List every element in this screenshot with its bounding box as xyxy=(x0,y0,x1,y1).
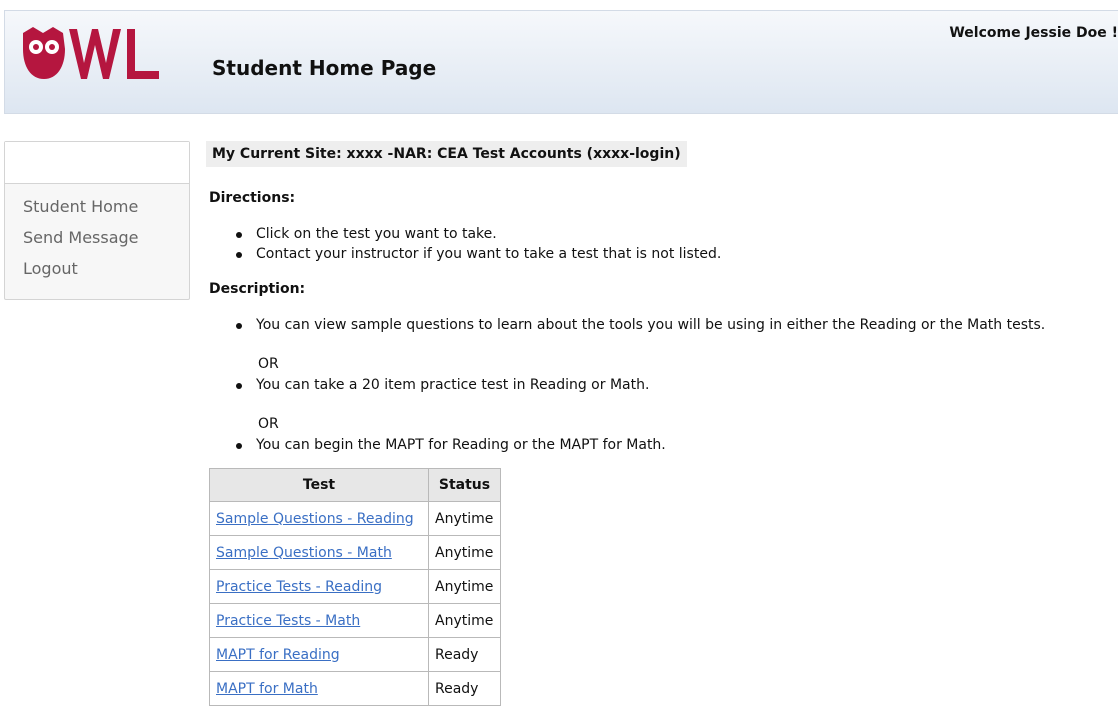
or-separator: OR xyxy=(258,416,279,432)
table-row: Practice Tests - Math Anytime xyxy=(209,603,501,638)
status-cell: Ready xyxy=(428,637,501,672)
current-site-label: My Current Site: xxxx -NAR: CEA Test Acc… xyxy=(206,141,687,167)
page-title: Student Home Page xyxy=(212,56,437,80)
owl-logo xyxy=(23,27,159,79)
page-header: Student Home Page Welcome Jessie Doe ! xyxy=(4,10,1118,114)
table-row: MAPT for Math Ready xyxy=(209,671,501,706)
sidebar-nav: Student Home Send Message Logout xyxy=(5,184,189,288)
test-link-sample-questions-reading[interactable]: Sample Questions - Reading xyxy=(216,511,414,527)
table-row: Sample Questions - Math Anytime xyxy=(209,535,501,570)
main-content: My Current Site: xxxx -NAR: CEA Test Acc… xyxy=(206,141,1118,706)
sidebar-header xyxy=(5,142,189,184)
table-row: MAPT for Reading Ready xyxy=(209,637,501,672)
directions-item: Contact your instructor if you want to t… xyxy=(256,246,722,262)
test-cell: Practice Tests - Math xyxy=(209,603,429,638)
list-item: You can view sample questions to learn a… xyxy=(236,317,1045,333)
column-header-test: Test xyxy=(209,468,429,502)
sidebar-item-student-home[interactable]: Student Home xyxy=(5,195,189,226)
status-cell: Anytime xyxy=(428,603,501,638)
list-item: Click on the test you want to take. xyxy=(236,226,497,242)
test-cell: Sample Questions - Math xyxy=(209,535,429,570)
description-heading: Description: xyxy=(209,281,306,297)
description-item: You can view sample questions to learn a… xyxy=(256,317,1046,333)
test-link-mapt-math[interactable]: MAPT for Math xyxy=(216,681,318,697)
list-item: You can begin the MAPT for Reading or th… xyxy=(236,437,666,453)
test-link-practice-tests-reading[interactable]: Practice Tests - Reading xyxy=(216,579,382,595)
table-header-row: Test Status xyxy=(209,468,501,502)
test-link-mapt-reading[interactable]: MAPT for Reading xyxy=(216,647,340,663)
description-item: You can begin the MAPT for Reading or th… xyxy=(256,437,666,453)
directions-heading: Directions: xyxy=(209,190,296,206)
welcome-message: Welcome Jessie Doe ! xyxy=(949,25,1118,41)
sidebar: Student Home Send Message Logout xyxy=(4,141,190,300)
test-link-sample-questions-math[interactable]: Sample Questions - Math xyxy=(216,545,392,561)
test-link-practice-tests-math[interactable]: Practice Tests - Math xyxy=(216,613,360,629)
table-row: Sample Questions - Reading Anytime xyxy=(209,501,501,536)
status-cell: Ready xyxy=(428,671,501,706)
description-item: You can take a 20 item practice test in … xyxy=(256,377,650,393)
test-cell: Practice Tests - Reading xyxy=(209,569,429,604)
table-row: Practice Tests - Reading Anytime xyxy=(209,569,501,604)
sidebar-item-logout[interactable]: Logout xyxy=(5,257,189,288)
or-separator: OR xyxy=(258,356,279,372)
sidebar-item-send-message[interactable]: Send Message xyxy=(5,226,189,257)
list-item: You can take a 20 item practice test in … xyxy=(236,377,649,393)
directions-item: Click on the test you want to take. xyxy=(256,226,497,242)
test-cell: MAPT for Reading xyxy=(209,637,429,672)
list-item: Contact your instructor if you want to t… xyxy=(236,246,721,262)
test-cell: Sample Questions - Reading xyxy=(209,501,429,536)
status-cell: Anytime xyxy=(428,569,501,604)
column-header-status: Status xyxy=(428,468,501,502)
test-cell: MAPT for Math xyxy=(209,671,429,706)
status-cell: Anytime xyxy=(428,535,501,570)
test-table: Test Status Sample Questions - Reading A… xyxy=(209,468,501,706)
status-cell: Anytime xyxy=(428,501,501,536)
